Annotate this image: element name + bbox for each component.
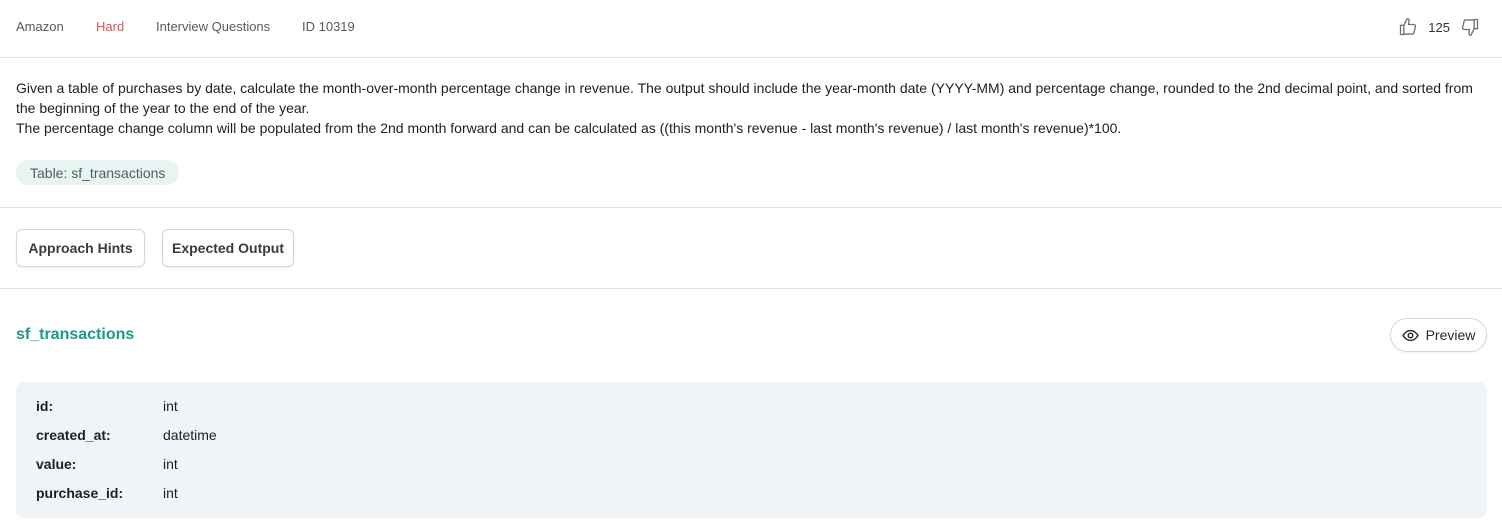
question-page: Amazon Hard Interview Questions ID 10319… — [0, 0, 1502, 531]
column-name: purchase_id: — [36, 485, 124, 501]
eye-icon — [1401, 329, 1419, 341]
difficulty-label[interactable]: Hard — [96, 19, 124, 34]
preview-label: Preview — [1425, 327, 1476, 343]
schema-row: purchase_id: int — [36, 483, 178, 503]
column-type: datetime — [163, 427, 217, 443]
question-meta-bar: Amazon Hard Interview Questions ID 10319… — [0, 0, 1502, 58]
question-id: ID 10319 — [302, 19, 355, 34]
column-type: int — [163, 485, 178, 501]
table-schema: id: int created_at: datetime value: int … — [16, 382, 1487, 518]
description-paragraph: Given a table of purchases by date, calc… — [16, 80, 1473, 116]
preview-button[interactable]: Preview — [1390, 318, 1487, 352]
table-chip[interactable]: Table: sf_transactions — [16, 160, 180, 185]
schema-row: id: int — [36, 396, 178, 416]
divider — [0, 288, 1502, 289]
schema-row: value: int — [36, 454, 178, 474]
column-name: value: — [36, 456, 77, 472]
category-label[interactable]: Interview Questions — [156, 19, 270, 34]
approach-hints-button[interactable]: Approach Hints — [16, 229, 145, 267]
expected-output-button[interactable]: Expected Output — [162, 229, 294, 267]
vote-count: 125 — [1428, 19, 1450, 35]
vote-controls: 125 — [1398, 16, 1480, 38]
divider — [0, 207, 1502, 208]
question-description: Given a table of purchases by date, calc… — [16, 78, 1492, 138]
description-paragraph: The percentage change column will be pop… — [16, 120, 1122, 136]
column-type: int — [163, 398, 178, 414]
thumbs-down-icon[interactable] — [1460, 17, 1480, 37]
column-name: created_at: — [36, 427, 111, 443]
column-name: id: — [36, 398, 54, 414]
schema-row: created_at: datetime — [36, 425, 217, 445]
thumbs-up-icon[interactable] — [1398, 17, 1418, 37]
column-type: int — [163, 456, 178, 472]
table-title: sf_transactions — [16, 326, 135, 343]
company-label[interactable]: Amazon — [16, 19, 64, 34]
